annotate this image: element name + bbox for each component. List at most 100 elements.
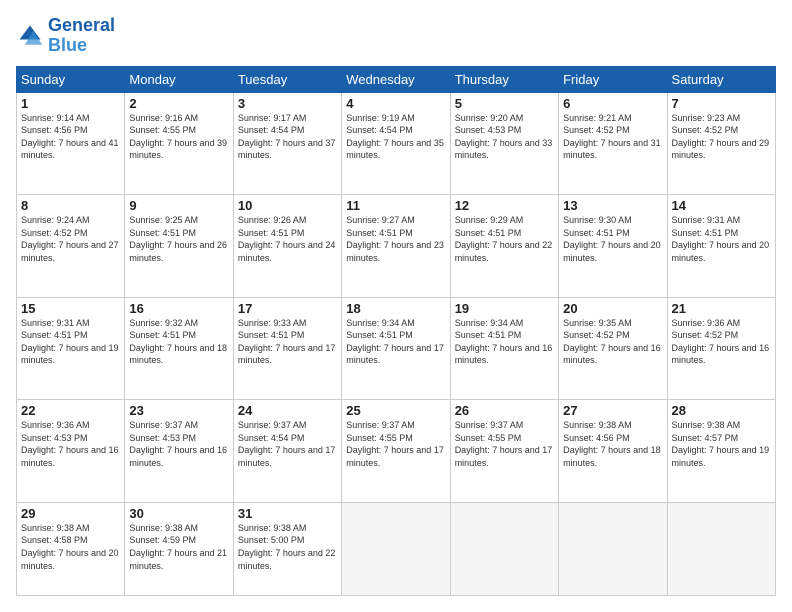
week-row: 15Sunrise: 9:31 AMSunset: 4:51 PMDayligh…: [17, 297, 776, 400]
day-number: 4: [346, 96, 445, 111]
week-row: 29Sunrise: 9:38 AMSunset: 4:58 PMDayligh…: [17, 502, 776, 595]
week-row: 8Sunrise: 9:24 AMSunset: 4:52 PMDaylight…: [17, 195, 776, 298]
calendar-cell: 23Sunrise: 9:37 AMSunset: 4:53 PMDayligh…: [125, 400, 233, 503]
calendar-cell: 21Sunrise: 9:36 AMSunset: 4:52 PMDayligh…: [667, 297, 775, 400]
day-info: Sunrise: 9:20 AMSunset: 4:53 PMDaylight:…: [455, 112, 554, 162]
day-info: Sunrise: 9:37 AMSunset: 4:55 PMDaylight:…: [455, 419, 554, 469]
day-header-friday: Friday: [559, 66, 667, 92]
calendar-cell: 8Sunrise: 9:24 AMSunset: 4:52 PMDaylight…: [17, 195, 125, 298]
calendar-cell: 6Sunrise: 9:21 AMSunset: 4:52 PMDaylight…: [559, 92, 667, 195]
calendar-cell: 14Sunrise: 9:31 AMSunset: 4:51 PMDayligh…: [667, 195, 775, 298]
day-number: 20: [563, 301, 662, 316]
day-info: Sunrise: 9:19 AMSunset: 4:54 PMDaylight:…: [346, 112, 445, 162]
calendar-cell: 11Sunrise: 9:27 AMSunset: 4:51 PMDayligh…: [342, 195, 450, 298]
calendar-cell: 28Sunrise: 9:38 AMSunset: 4:57 PMDayligh…: [667, 400, 775, 503]
day-number: 8: [21, 198, 120, 213]
calendar-cell: 3Sunrise: 9:17 AMSunset: 4:54 PMDaylight…: [233, 92, 341, 195]
calendar-table: SundayMondayTuesdayWednesdayThursdayFrid…: [16, 66, 776, 596]
day-number: 28: [672, 403, 771, 418]
day-info: Sunrise: 9:21 AMSunset: 4:52 PMDaylight:…: [563, 112, 662, 162]
calendar-cell: [559, 502, 667, 595]
page: General Blue SundayMondayTuesdayWednesda…: [0, 0, 792, 612]
week-row: 22Sunrise: 9:36 AMSunset: 4:53 PMDayligh…: [17, 400, 776, 503]
calendar-cell: 26Sunrise: 9:37 AMSunset: 4:55 PMDayligh…: [450, 400, 558, 503]
day-number: 30: [129, 506, 228, 521]
day-info: Sunrise: 9:34 AMSunset: 4:51 PMDaylight:…: [455, 317, 554, 367]
day-number: 19: [455, 301, 554, 316]
calendar-cell: 13Sunrise: 9:30 AMSunset: 4:51 PMDayligh…: [559, 195, 667, 298]
day-info: Sunrise: 9:32 AMSunset: 4:51 PMDaylight:…: [129, 317, 228, 367]
calendar-cell: 29Sunrise: 9:38 AMSunset: 4:58 PMDayligh…: [17, 502, 125, 595]
day-header-sunday: Sunday: [17, 66, 125, 92]
day-number: 27: [563, 403, 662, 418]
logo: General Blue: [16, 16, 115, 56]
calendar-cell: 31Sunrise: 9:38 AMSunset: 5:00 PMDayligh…: [233, 502, 341, 595]
header: General Blue: [16, 16, 776, 56]
day-info: Sunrise: 9:38 AMSunset: 4:58 PMDaylight:…: [21, 522, 120, 572]
calendar-cell: 22Sunrise: 9:36 AMSunset: 4:53 PMDayligh…: [17, 400, 125, 503]
day-number: 5: [455, 96, 554, 111]
day-info: Sunrise: 9:29 AMSunset: 4:51 PMDaylight:…: [455, 214, 554, 264]
calendar-cell: 19Sunrise: 9:34 AMSunset: 4:51 PMDayligh…: [450, 297, 558, 400]
day-number: 12: [455, 198, 554, 213]
day-number: 13: [563, 198, 662, 213]
calendar-cell: 5Sunrise: 9:20 AMSunset: 4:53 PMDaylight…: [450, 92, 558, 195]
day-number: 24: [238, 403, 337, 418]
day-header-thursday: Thursday: [450, 66, 558, 92]
day-header-wednesday: Wednesday: [342, 66, 450, 92]
day-info: Sunrise: 9:25 AMSunset: 4:51 PMDaylight:…: [129, 214, 228, 264]
day-header-monday: Monday: [125, 66, 233, 92]
day-number: 23: [129, 403, 228, 418]
day-info: Sunrise: 9:26 AMSunset: 4:51 PMDaylight:…: [238, 214, 337, 264]
day-info: Sunrise: 9:34 AMSunset: 4:51 PMDaylight:…: [346, 317, 445, 367]
day-number: 1: [21, 96, 120, 111]
day-info: Sunrise: 9:36 AMSunset: 4:52 PMDaylight:…: [672, 317, 771, 367]
calendar-cell: 4Sunrise: 9:19 AMSunset: 4:54 PMDaylight…: [342, 92, 450, 195]
day-number: 16: [129, 301, 228, 316]
day-info: Sunrise: 9:31 AMSunset: 4:51 PMDaylight:…: [672, 214, 771, 264]
day-number: 17: [238, 301, 337, 316]
day-header-saturday: Saturday: [667, 66, 775, 92]
logo-text: General Blue: [48, 16, 115, 56]
day-info: Sunrise: 9:38 AMSunset: 5:00 PMDaylight:…: [238, 522, 337, 572]
calendar-cell: 15Sunrise: 9:31 AMSunset: 4:51 PMDayligh…: [17, 297, 125, 400]
day-number: 2: [129, 96, 228, 111]
day-info: Sunrise: 9:23 AMSunset: 4:52 PMDaylight:…: [672, 112, 771, 162]
day-number: 14: [672, 198, 771, 213]
calendar-cell: 17Sunrise: 9:33 AMSunset: 4:51 PMDayligh…: [233, 297, 341, 400]
day-number: 6: [563, 96, 662, 111]
day-number: 15: [21, 301, 120, 316]
day-info: Sunrise: 9:35 AMSunset: 4:52 PMDaylight:…: [563, 317, 662, 367]
day-info: Sunrise: 9:37 AMSunset: 4:53 PMDaylight:…: [129, 419, 228, 469]
calendar-cell: 30Sunrise: 9:38 AMSunset: 4:59 PMDayligh…: [125, 502, 233, 595]
calendar-cell: 2Sunrise: 9:16 AMSunset: 4:55 PMDaylight…: [125, 92, 233, 195]
calendar-cell: [342, 502, 450, 595]
calendar-cell: 10Sunrise: 9:26 AMSunset: 4:51 PMDayligh…: [233, 195, 341, 298]
logo-icon: [16, 22, 44, 50]
day-info: Sunrise: 9:24 AMSunset: 4:52 PMDaylight:…: [21, 214, 120, 264]
day-info: Sunrise: 9:30 AMSunset: 4:51 PMDaylight:…: [563, 214, 662, 264]
calendar-cell: [450, 502, 558, 595]
day-info: Sunrise: 9:17 AMSunset: 4:54 PMDaylight:…: [238, 112, 337, 162]
calendar-cell: 7Sunrise: 9:23 AMSunset: 4:52 PMDaylight…: [667, 92, 775, 195]
day-number: 22: [21, 403, 120, 418]
day-number: 26: [455, 403, 554, 418]
day-info: Sunrise: 9:38 AMSunset: 4:56 PMDaylight:…: [563, 419, 662, 469]
calendar-cell: 16Sunrise: 9:32 AMSunset: 4:51 PMDayligh…: [125, 297, 233, 400]
day-number: 11: [346, 198, 445, 213]
calendar-cell: 27Sunrise: 9:38 AMSunset: 4:56 PMDayligh…: [559, 400, 667, 503]
calendar-cell: 24Sunrise: 9:37 AMSunset: 4:54 PMDayligh…: [233, 400, 341, 503]
day-number: 29: [21, 506, 120, 521]
day-info: Sunrise: 9:16 AMSunset: 4:55 PMDaylight:…: [129, 112, 228, 162]
day-info: Sunrise: 9:38 AMSunset: 4:57 PMDaylight:…: [672, 419, 771, 469]
day-info: Sunrise: 9:33 AMSunset: 4:51 PMDaylight:…: [238, 317, 337, 367]
day-number: 21: [672, 301, 771, 316]
day-info: Sunrise: 9:31 AMSunset: 4:51 PMDaylight:…: [21, 317, 120, 367]
calendar-cell: 9Sunrise: 9:25 AMSunset: 4:51 PMDaylight…: [125, 195, 233, 298]
week-row: 1Sunrise: 9:14 AMSunset: 4:56 PMDaylight…: [17, 92, 776, 195]
day-number: 7: [672, 96, 771, 111]
calendar-cell: 20Sunrise: 9:35 AMSunset: 4:52 PMDayligh…: [559, 297, 667, 400]
day-info: Sunrise: 9:37 AMSunset: 4:55 PMDaylight:…: [346, 419, 445, 469]
day-info: Sunrise: 9:38 AMSunset: 4:59 PMDaylight:…: [129, 522, 228, 572]
calendar-cell: [667, 502, 775, 595]
